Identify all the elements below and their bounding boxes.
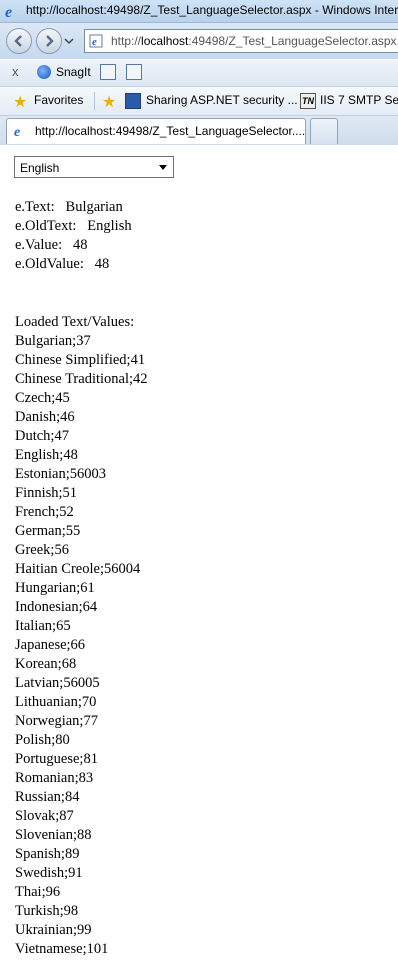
list-item: Hungarian;61 [15, 580, 95, 596]
address-bar[interactable]: e http://localhost:49498/Z_Test_Language… [84, 29, 398, 53]
list-item: Estonian;56003 [15, 466, 107, 482]
navigation-bar: e http://localhost:49498/Z_Test_Language… [0, 23, 398, 59]
list-item: Japanese;66 [15, 637, 86, 653]
back-arrow-icon [14, 35, 22, 47]
svg-text:e: e [14, 125, 20, 138]
list-item: Spanish;89 [15, 846, 80, 862]
favorites-button[interactable]: Favorites [34, 93, 83, 107]
tab-bar: e http://localhost:49498/Z_Test_Language… [0, 116, 398, 145]
list-item: Czech;45 [15, 390, 70, 406]
toolbar-separator [94, 92, 95, 110]
list-item: Swedish;91 [15, 865, 83, 881]
event-value-line: e.Value: 48 [15, 237, 88, 253]
dropdown-arrow-icon [159, 165, 167, 170]
language-dropdown[interactable]: English [14, 156, 174, 178]
page-content: English e.Text: Bulgarian e.OldText: Eng… [0, 146, 398, 968]
list-item: Polish;80 [15, 732, 70, 748]
list-item: Chinese Traditional;42 [15, 371, 148, 387]
list-item: Thai;96 [15, 884, 61, 900]
list-item: German;55 [15, 523, 81, 539]
list-item: Italian;65 [15, 618, 71, 634]
list-item: Bulgarian;37 [15, 333, 91, 349]
list-item: Haitian Creole;56004 [15, 561, 141, 577]
tn-icon: TN [300, 93, 316, 109]
capture-icon[interactable] [100, 64, 116, 80]
event-text-value: Bulgarian [65, 199, 123, 215]
browser-chrome: e http://localhost:49498/Z_Test_Language… [0, 0, 398, 145]
list-item: Vietnamese;101 [15, 941, 109, 957]
event-oldtext-value: English [87, 218, 132, 234]
list-item: Portuguese;81 [15, 751, 98, 767]
list-item: Romanian;83 [15, 770, 94, 786]
favorite-link-icon [125, 93, 141, 109]
snagit-icon [37, 65, 51, 79]
list-item: Finnish;51 [15, 485, 78, 501]
event-oldtext-line: e.OldText: English [15, 218, 132, 234]
favorites-bar: ★ Favorites ★ Sharing ASP.NET security .… [0, 87, 398, 116]
page-icon: e [89, 34, 103, 48]
list-item: Indonesian;64 [15, 599, 98, 615]
window-title: http://localhost:49498/Z_Test_LanguageSe… [26, 3, 398, 17]
list-item: English;48 [15, 447, 78, 463]
dropdown-selected-value: English [20, 161, 60, 175]
new-tab-button[interactable] [310, 118, 338, 144]
address-host: localhost [141, 34, 189, 48]
snagit-button[interactable]: SnagIt [56, 65, 91, 79]
back-button[interactable] [6, 28, 32, 54]
list-item: French;52 [15, 504, 74, 520]
favorites-star-icon: ★ [13, 94, 28, 111]
list-item: Norwegian;77 [15, 713, 98, 729]
list-item: Latvian;56005 [15, 675, 100, 691]
forward-arrow-icon [46, 35, 54, 47]
list-item: Lithuanian;70 [15, 694, 97, 710]
list-item: Danish;46 [15, 409, 75, 425]
tab-page-icon: e [14, 125, 20, 138]
add-favorite-icon[interactable]: ★ [102, 92, 116, 112]
list-item: Turkish;98 [15, 903, 79, 919]
tab-title: http://localhost:49498/Z_Test_LanguageSe… [35, 124, 306, 138]
list-item: Greek;56 [15, 542, 69, 558]
svg-text:e: e [5, 4, 12, 19]
list-item: Ukrainian;99 [15, 922, 92, 938]
forward-button[interactable] [36, 28, 62, 54]
ie-icon: e [5, 4, 12, 19]
list-item: Slovenian;88 [15, 827, 92, 843]
list-item: Chinese Simplified;41 [15, 352, 146, 368]
svg-text:e: e [92, 36, 97, 48]
favorite-link-iis[interactable]: IIS 7 SMTP Serv [320, 93, 398, 107]
list-item: Korean;68 [15, 656, 77, 672]
list-item: Dutch;47 [15, 428, 69, 444]
close-toolbar-button[interactable]: x [12, 64, 19, 79]
event-value-value: 48 [72, 237, 88, 253]
list-item: Russian;84 [15, 789, 80, 805]
command-toolbar: x SnagIt [0, 60, 398, 87]
loaded-values-heading: Loaded Text/Values: [15, 314, 135, 330]
loaded-values-list: Bulgarian;37 Chinese Simplified;41 Chinese… [15, 332, 148, 959]
event-text-line: e.Text: Bulgarian [15, 199, 123, 215]
event-oldvalue-line: e.OldValue: 48 [15, 256, 110, 272]
edit-icon[interactable] [126, 64, 142, 80]
address-text: http://localhost:49498/Z_Test_LanguageSe… [111, 34, 397, 48]
favorite-link-sharing[interactable]: Sharing ASP.NET security ... [146, 93, 298, 107]
list-item: Slovak;87 [15, 808, 74, 824]
recent-pages-dropdown-icon[interactable] [64, 36, 74, 46]
event-oldvalue-value: 48 [94, 256, 110, 272]
tab-current[interactable]: e http://localhost:49498/Z_Test_Language… [6, 118, 306, 144]
title-bar: e http://localhost:49498/Z_Test_Language… [0, 0, 398, 23]
